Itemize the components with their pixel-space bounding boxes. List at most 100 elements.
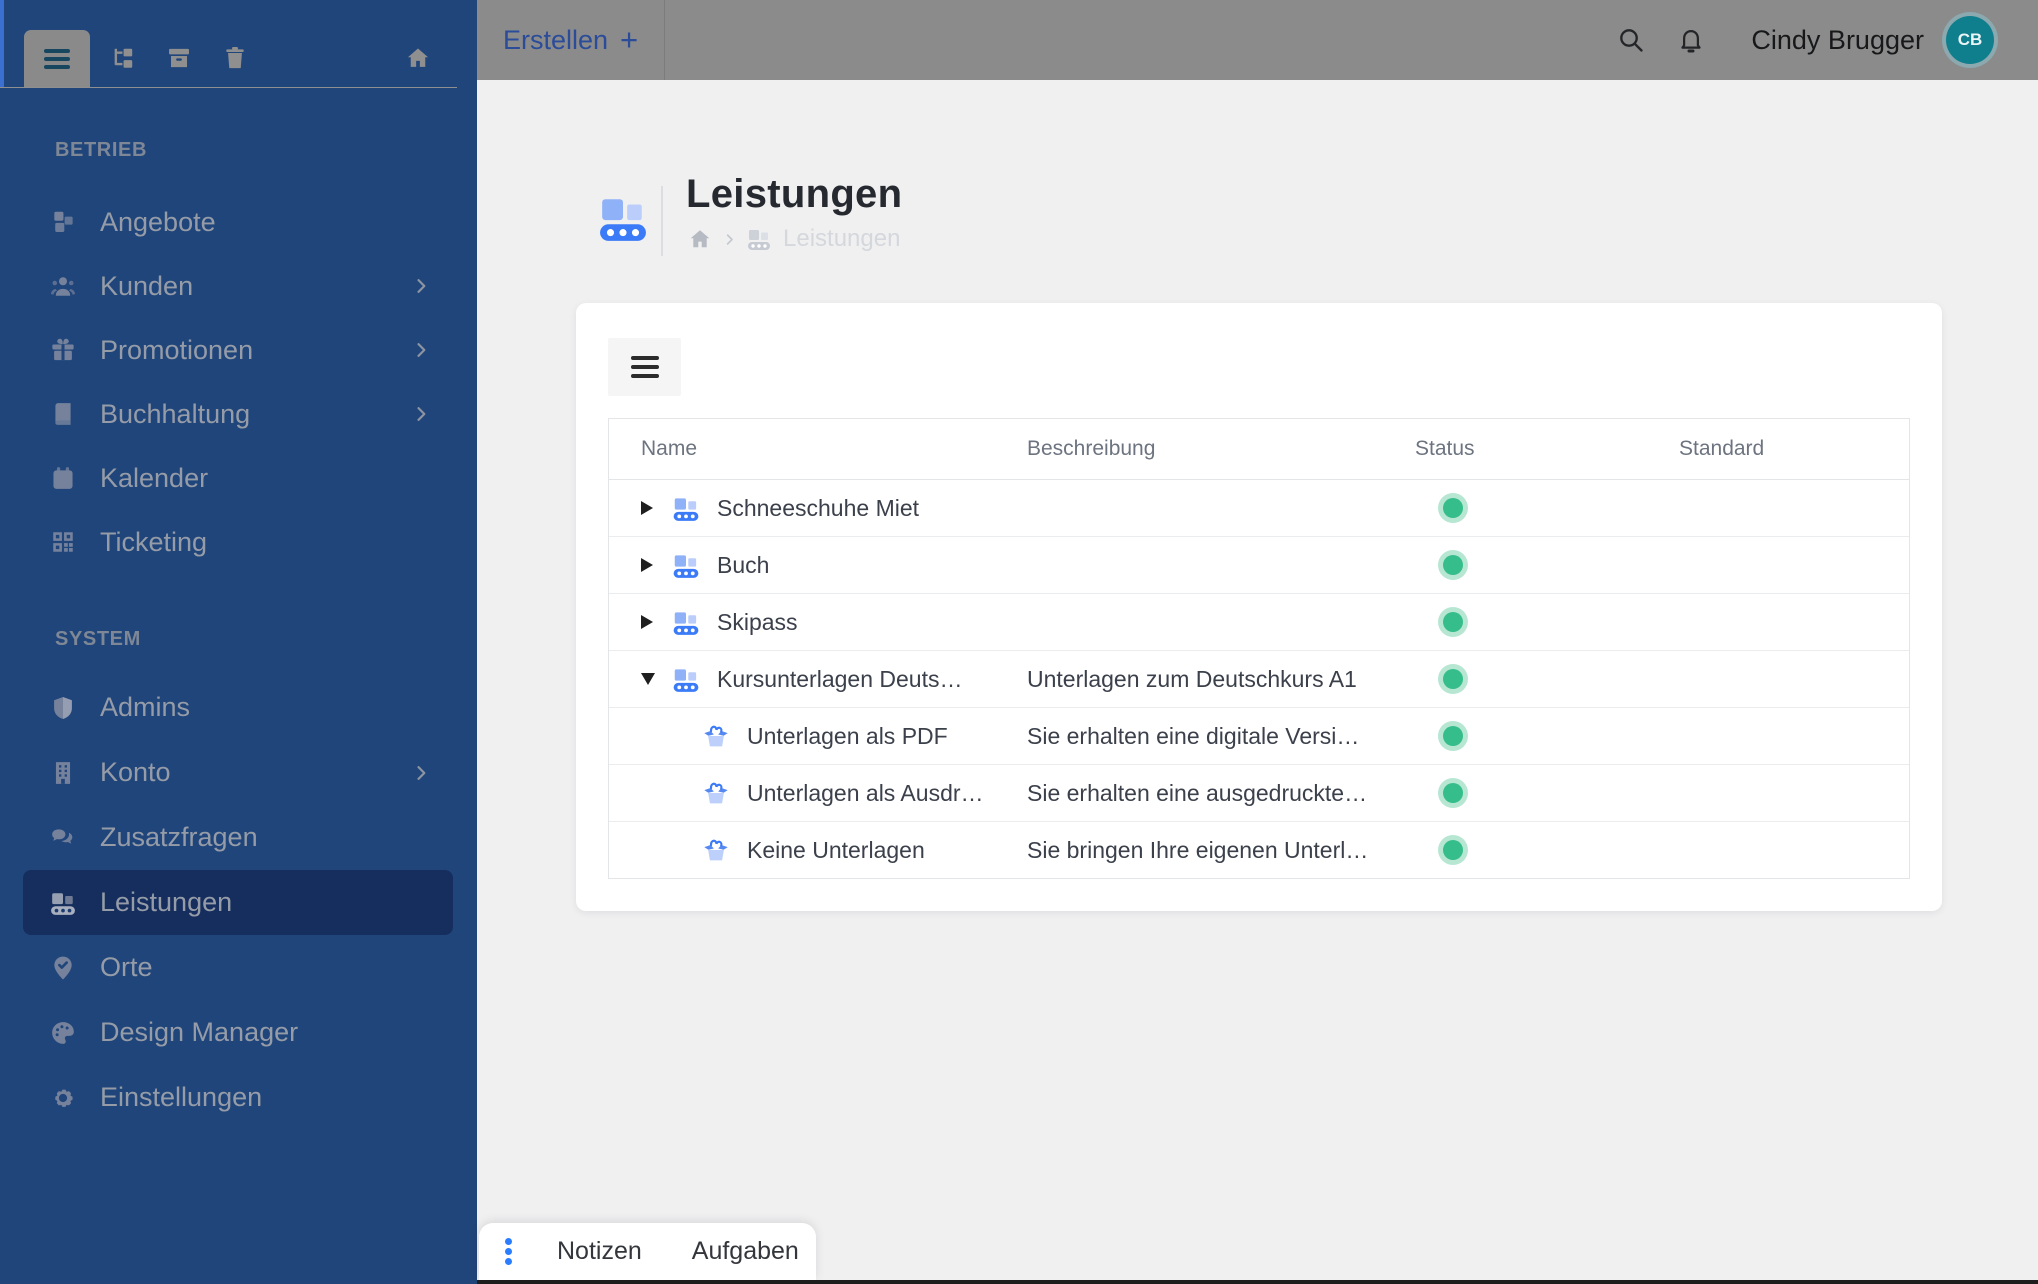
trash-icon[interactable] bbox=[222, 45, 248, 71]
collapse-triangle-icon bbox=[641, 673, 655, 685]
chevron-right-icon bbox=[411, 404, 431, 424]
tab-bar-divider bbox=[0, 87, 457, 88]
breadcrumb-current: Leistungen bbox=[783, 225, 901, 252]
sidebar-item-zusatzfragen[interactable]: Zusatzfragen bbox=[23, 805, 453, 870]
expand-triangle-icon bbox=[641, 615, 653, 629]
row-name: Skipass bbox=[717, 608, 798, 635]
expand-triangle-icon bbox=[641, 558, 653, 572]
topbar-divider bbox=[664, 0, 666, 80]
table-row[interactable]: Kursunterlagen Deuts… Unterlagen zum Deu… bbox=[609, 651, 1909, 708]
create-button-label: Erstellen bbox=[503, 24, 609, 55]
user-name[interactable]: Cindy Brugger bbox=[1751, 25, 1924, 56]
sidebar-item-einstellungen[interactable]: Einstellungen bbox=[23, 1065, 453, 1130]
sidebar-item-leistungen[interactable]: Leistungen bbox=[23, 870, 453, 935]
sidebar-item-label: Konto bbox=[100, 757, 171, 787]
status-active-dot bbox=[1443, 840, 1463, 860]
row-description: Sie erhalten eine ausgedruckte… bbox=[1027, 779, 1368, 806]
row-name: Schneeschuhe Miet bbox=[717, 494, 920, 521]
sidebar-item-label: Admins bbox=[100, 692, 191, 722]
home-icon[interactable] bbox=[688, 227, 712, 251]
expander-icon[interactable] bbox=[641, 673, 661, 685]
kebab-dots-icon[interactable] bbox=[505, 1236, 512, 1267]
bell-icon[interactable] bbox=[1677, 26, 1705, 54]
name-cell: Unterlagen als PDF bbox=[609, 723, 995, 750]
sidebar-item-ticketing[interactable]: Ticketing bbox=[23, 510, 453, 574]
sidebar-item-kunden[interactable]: Kunden bbox=[23, 254, 453, 318]
sidebar-item-label: Einstellungen bbox=[100, 1082, 263, 1112]
leistungen-table: Name Beschreibung Status Standard Schnee… bbox=[608, 418, 1910, 879]
row-name: Unterlagen als PDF bbox=[747, 722, 948, 749]
sidebar-item-kalender[interactable]: Kalender bbox=[23, 446, 453, 510]
table-row[interactable]: Unterlagen als Ausdr… Sie erhalten eine … bbox=[609, 765, 1909, 822]
name-cell: Buch bbox=[609, 552, 995, 579]
sidebar-item-admins[interactable]: Admins bbox=[23, 675, 453, 740]
status-active-dot bbox=[1443, 726, 1463, 746]
sidebar-item-konto[interactable]: Konto bbox=[23, 740, 453, 805]
menu-icon bbox=[44, 49, 70, 69]
name-cell: Schneeschuhe Miet bbox=[609, 495, 995, 522]
calendar-icon bbox=[50, 465, 76, 491]
sidebar-item-label: Leistungen bbox=[100, 887, 233, 917]
table-header-row: Name Beschreibung Status Standard bbox=[609, 419, 1909, 480]
sidebar-item-label: Buchhaltung bbox=[100, 398, 251, 429]
row-name: Unterlagen als Ausdr… bbox=[747, 779, 984, 806]
sidebar-item-design-manager[interactable]: Design Manager bbox=[23, 1000, 453, 1065]
leistungen-card: Name Beschreibung Status Standard Schnee… bbox=[576, 303, 1942, 911]
status-cell bbox=[1383, 840, 1647, 860]
book-icon bbox=[50, 401, 76, 427]
sidebar-nav: BETRIEB Angebote Kunden Promotionen Buch… bbox=[0, 130, 477, 1130]
sidebar-item-label: Promotionen bbox=[100, 334, 254, 365]
status-cell bbox=[1383, 612, 1647, 632]
sitemap-icon[interactable] bbox=[110, 45, 136, 71]
home-icon[interactable] bbox=[405, 45, 431, 71]
avatar[interactable]: CB bbox=[1946, 16, 1994, 64]
status-cell bbox=[1383, 555, 1647, 575]
column-header-beschreibung: Beschreibung bbox=[1027, 437, 1156, 460]
row-name: Kursunterlagen Deuts… bbox=[717, 665, 963, 692]
conveyor-icon bbox=[671, 666, 701, 693]
open-box-icon bbox=[701, 723, 731, 750]
conveyor-icon bbox=[671, 495, 701, 522]
archive-icon[interactable] bbox=[166, 45, 192, 71]
name-cell: Unterlagen als Ausdr… bbox=[609, 780, 995, 807]
chevron-right-icon bbox=[411, 340, 431, 360]
row-name: Buch bbox=[717, 551, 770, 578]
expander-icon[interactable] bbox=[641, 558, 661, 572]
column-header-standard: Standard bbox=[1679, 437, 1765, 460]
expander-icon[interactable] bbox=[641, 615, 661, 629]
sidebar-item-label: Zusatzfragen bbox=[100, 822, 258, 852]
tab-aufgaben[interactable]: Aufgaben bbox=[667, 1237, 824, 1266]
sidebar-item-label: Kunden bbox=[100, 270, 194, 301]
chevron-right-icon bbox=[722, 232, 737, 247]
search-icon[interactable] bbox=[1617, 26, 1645, 54]
sidebar-section-system: SYSTEM bbox=[55, 628, 141, 650]
table-row[interactable]: Buch bbox=[609, 537, 1909, 594]
name-cell: Keine Unterlagen bbox=[609, 837, 995, 864]
sidebar-item-label: Angebote bbox=[100, 206, 216, 237]
menu-tab[interactable] bbox=[24, 30, 90, 88]
table-row[interactable]: Skipass bbox=[609, 594, 1909, 651]
status-cell bbox=[1383, 669, 1647, 689]
sidebar-item-buchhaltung[interactable]: Buchhaltung bbox=[23, 382, 453, 446]
create-button[interactable]: Erstellen + bbox=[477, 0, 664, 80]
sidebar-item-label: Design Manager bbox=[100, 1017, 299, 1047]
name-cell: Skipass bbox=[609, 609, 995, 636]
header-divider bbox=[661, 186, 663, 256]
tab-notizen[interactable]: Notizen bbox=[532, 1237, 667, 1266]
table-row[interactable]: Keine Unterlagen Sie bringen Ihre eigene… bbox=[609, 822, 1909, 878]
sidebar-item-label: Kalender bbox=[100, 462, 209, 493]
table-row[interactable]: Unterlagen als PDF Sie erhalten eine dig… bbox=[609, 708, 1909, 765]
expander-icon[interactable] bbox=[641, 501, 661, 515]
gear-icon bbox=[50, 1085, 76, 1111]
status-active-dot bbox=[1443, 498, 1463, 518]
sidebar-item-angebote[interactable]: Angebote bbox=[23, 190, 453, 254]
sidebar-item-orte[interactable]: Orte bbox=[23, 935, 453, 1000]
table-menu-button[interactable] bbox=[608, 338, 681, 396]
users-icon bbox=[50, 273, 76, 299]
chat-icon bbox=[50, 825, 76, 851]
expand-triangle-icon bbox=[641, 501, 653, 515]
qr-icon bbox=[50, 529, 76, 555]
sidebar-item-promotionen[interactable]: Promotionen bbox=[23, 318, 453, 382]
table-row[interactable]: Schneeschuhe Miet bbox=[609, 480, 1909, 537]
row-description: Unterlagen zum Deutschkurs A1 bbox=[1027, 665, 1357, 692]
